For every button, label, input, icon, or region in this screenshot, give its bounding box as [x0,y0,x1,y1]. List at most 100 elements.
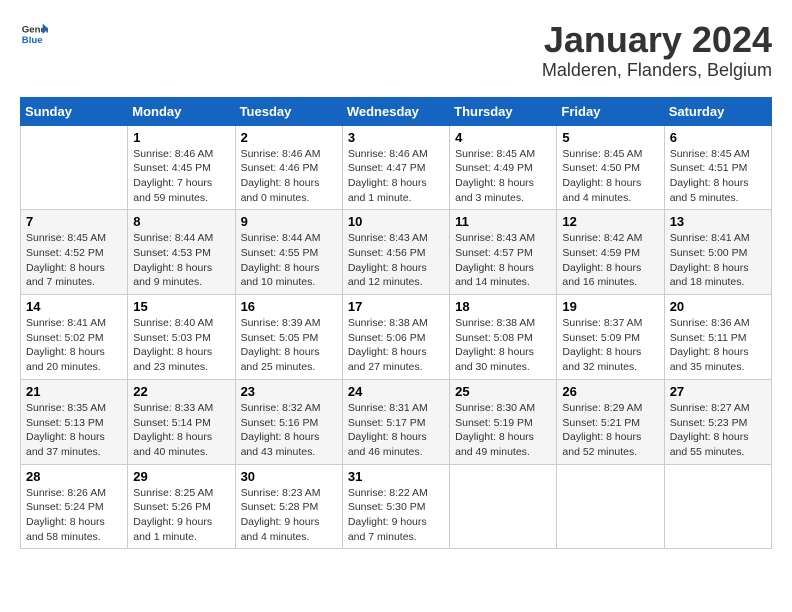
day-number: 28 [26,469,122,484]
calendar-cell: 27Sunrise: 8:27 AMSunset: 5:23 PMDayligh… [664,379,771,464]
day-info: Sunrise: 8:43 AMSunset: 4:57 PMDaylight:… [455,231,551,290]
day-number: 24 [348,384,444,399]
calendar-cell: 2 Sunrise: 8:46 AMSunset: 4:46 PMDaylight… [235,125,342,210]
calendar-cell: 31 Sunrise: 8:22 AMSunset: 5:30 PMDayligh… [342,464,449,549]
calendar-week-row: 14 Sunrise: 8:41 AMSunset: 5:02 PMDayligh… [21,295,772,380]
day-info: Sunrise: 8:46 AMSunset: 4:47 PMDaylight:… [348,147,444,206]
calendar-cell: 29 Sunrise: 8:25 AMSunset: 5:26 PMDayligh… [128,464,235,549]
calendar-cell: 9Sunrise: 8:44 AMSunset: 4:55 PMDaylight… [235,210,342,295]
calendar-cell [557,464,664,549]
day-number: 20 [670,299,766,314]
day-info: Sunrise: 8:37 AMSunset: 5:09 PMDaylight:… [562,316,658,375]
day-number: 14 [26,299,122,314]
day-info: Sunrise: 8:22 AMSunset: 5:30 PMDaylight:… [348,486,444,545]
calendar-cell: 18Sunrise: 8:38 AMSunset: 5:08 PMDayligh… [450,295,557,380]
day-info: Sunrise: 8:45 AMSunset: 4:51 PMDaylight:… [670,147,766,206]
calendar-cell: 14 Sunrise: 8:41 AMSunset: 5:02 PMDayligh… [21,295,128,380]
day-number: 5 [562,130,658,145]
calendar-cell: 11 Sunrise: 8:43 AMSunset: 4:57 PMDayligh… [450,210,557,295]
day-number: 13 [670,214,766,229]
weekday-header-tuesday: Tuesday [235,97,342,125]
location-subtitle: Malderen, Flanders, Belgium [542,60,772,81]
weekday-header-thursday: Thursday [450,97,557,125]
calendar-cell: 6 Sunrise: 8:45 AMSunset: 4:51 PMDaylight… [664,125,771,210]
page-header: General Blue January 2024 Malderen, Flan… [20,20,772,81]
calendar-table: SundayMondayTuesdayWednesdayThursdayFrid… [20,97,772,550]
day-info: Sunrise: 8:45 AMSunset: 4:52 PMDaylight:… [26,231,122,290]
day-number: 16 [241,299,337,314]
day-info: Sunrise: 8:27 AMSunset: 5:23 PMDaylight:… [670,401,766,460]
calendar-cell: 20Sunrise: 8:36 AMSunset: 5:11 PMDayligh… [664,295,771,380]
day-info: Sunrise: 8:32 AMSunset: 5:16 PMDaylight:… [241,401,337,460]
calendar-cell: 24 Sunrise: 8:31 AMSunset: 5:17 PMDayligh… [342,379,449,464]
day-info: Sunrise: 8:46 AMSunset: 4:46 PMDaylight:… [241,147,337,206]
calendar-cell: 22 Sunrise: 8:33 AMSunset: 5:14 PMDayligh… [128,379,235,464]
calendar-cell: 1Sunrise: 8:46 AMSunset: 4:45 PMDaylight… [128,125,235,210]
day-info: Sunrise: 8:41 AMSunset: 5:00 PMDaylight:… [670,231,766,290]
day-number: 7 [26,214,122,229]
weekday-header-sunday: Sunday [21,97,128,125]
calendar-cell: 28 Sunrise: 8:26 AMSunset: 5:24 PMDayligh… [21,464,128,549]
calendar-cell: 21 Sunrise: 8:35 AMSunset: 5:13 PMDayligh… [21,379,128,464]
day-number: 31 [348,469,444,484]
day-info: Sunrise: 8:42 AMSunset: 4:59 PMDaylight:… [562,231,658,290]
svg-text:Blue: Blue [22,35,43,46]
day-number: 2 [241,130,337,145]
calendar-cell: 30 Sunrise: 8:23 AMSunset: 5:28 PMDayligh… [235,464,342,549]
day-info: Sunrise: 8:35 AMSunset: 5:13 PMDaylight:… [26,401,122,460]
day-info: Sunrise: 8:44 AMSunset: 4:53 PMDaylight:… [133,231,229,290]
day-info: Sunrise: 8:41 AMSunset: 5:02 PMDaylight:… [26,316,122,375]
logo-icon: General Blue [20,20,48,48]
title-section: January 2024 Malderen, Flanders, Belgium [542,20,772,81]
calendar-cell: 5 Sunrise: 8:45 AMSunset: 4:50 PMDaylight… [557,125,664,210]
calendar-cell: 10 Sunrise: 8:43 AMSunset: 4:56 PMDayligh… [342,210,449,295]
calendar-cell: 16Sunrise: 8:39 AMSunset: 5:05 PMDayligh… [235,295,342,380]
calendar-cell: 17 Sunrise: 8:38 AMSunset: 5:06 PMDayligh… [342,295,449,380]
day-number: 6 [670,130,766,145]
day-info: Sunrise: 8:40 AMSunset: 5:03 PMDaylight:… [133,316,229,375]
day-number: 10 [348,214,444,229]
day-number: 19 [562,299,658,314]
day-number: 25 [455,384,551,399]
day-number: 26 [562,384,658,399]
day-info: Sunrise: 8:45 AMSunset: 4:49 PMDaylight:… [455,147,551,206]
day-info: Sunrise: 8:38 AMSunset: 5:08 PMDaylight:… [455,316,551,375]
calendar-cell: 23 Sunrise: 8:32 AMSunset: 5:16 PMDayligh… [235,379,342,464]
day-number: 30 [241,469,337,484]
calendar-cell: 8Sunrise: 8:44 AMSunset: 4:53 PMDaylight… [128,210,235,295]
calendar-cell: 19 Sunrise: 8:37 AMSunset: 5:09 PMDayligh… [557,295,664,380]
day-number: 11 [455,214,551,229]
day-number: 22 [133,384,229,399]
calendar-week-row: 1Sunrise: 8:46 AMSunset: 4:45 PMDaylight… [21,125,772,210]
calendar-cell: 13 Sunrise: 8:41 AMSunset: 5:00 PMDayligh… [664,210,771,295]
day-info: Sunrise: 8:29 AMSunset: 5:21 PMDaylight:… [562,401,658,460]
day-info: Sunrise: 8:26 AMSunset: 5:24 PMDaylight:… [26,486,122,545]
day-info: Sunrise: 8:25 AMSunset: 5:26 PMDaylight:… [133,486,229,545]
weekday-header-friday: Friday [557,97,664,125]
day-info: Sunrise: 8:23 AMSunset: 5:28 PMDaylight:… [241,486,337,545]
day-info: Sunrise: 8:46 AMSunset: 4:45 PMDaylight:… [133,147,229,206]
main-title: January 2024 [542,20,772,60]
day-number: 3 [348,130,444,145]
day-number: 21 [26,384,122,399]
calendar-cell [21,125,128,210]
calendar-cell: 12Sunrise: 8:42 AMSunset: 4:59 PMDayligh… [557,210,664,295]
day-info: Sunrise: 8:45 AMSunset: 4:50 PMDaylight:… [562,147,658,206]
day-number: 17 [348,299,444,314]
day-info: Sunrise: 8:38 AMSunset: 5:06 PMDaylight:… [348,316,444,375]
day-info: Sunrise: 8:43 AMSunset: 4:56 PMDaylight:… [348,231,444,290]
calendar-cell: 26 Sunrise: 8:29 AMSunset: 5:21 PMDayligh… [557,379,664,464]
day-info: Sunrise: 8:31 AMSunset: 5:17 PMDaylight:… [348,401,444,460]
day-number: 23 [241,384,337,399]
day-info: Sunrise: 8:44 AMSunset: 4:55 PMDaylight:… [241,231,337,290]
day-number: 15 [133,299,229,314]
calendar-week-row: 21 Sunrise: 8:35 AMSunset: 5:13 PMDayligh… [21,379,772,464]
calendar-cell [450,464,557,549]
weekday-header-row: SundayMondayTuesdayWednesdayThursdayFrid… [21,97,772,125]
day-info: Sunrise: 8:33 AMSunset: 5:14 PMDaylight:… [133,401,229,460]
calendar-cell: 25 Sunrise: 8:30 AMSunset: 5:19 PMDayligh… [450,379,557,464]
day-number: 29 [133,469,229,484]
weekday-header-wednesday: Wednesday [342,97,449,125]
day-info: Sunrise: 8:30 AMSunset: 5:19 PMDaylight:… [455,401,551,460]
calendar-week-row: 28 Sunrise: 8:26 AMSunset: 5:24 PMDayligh… [21,464,772,549]
